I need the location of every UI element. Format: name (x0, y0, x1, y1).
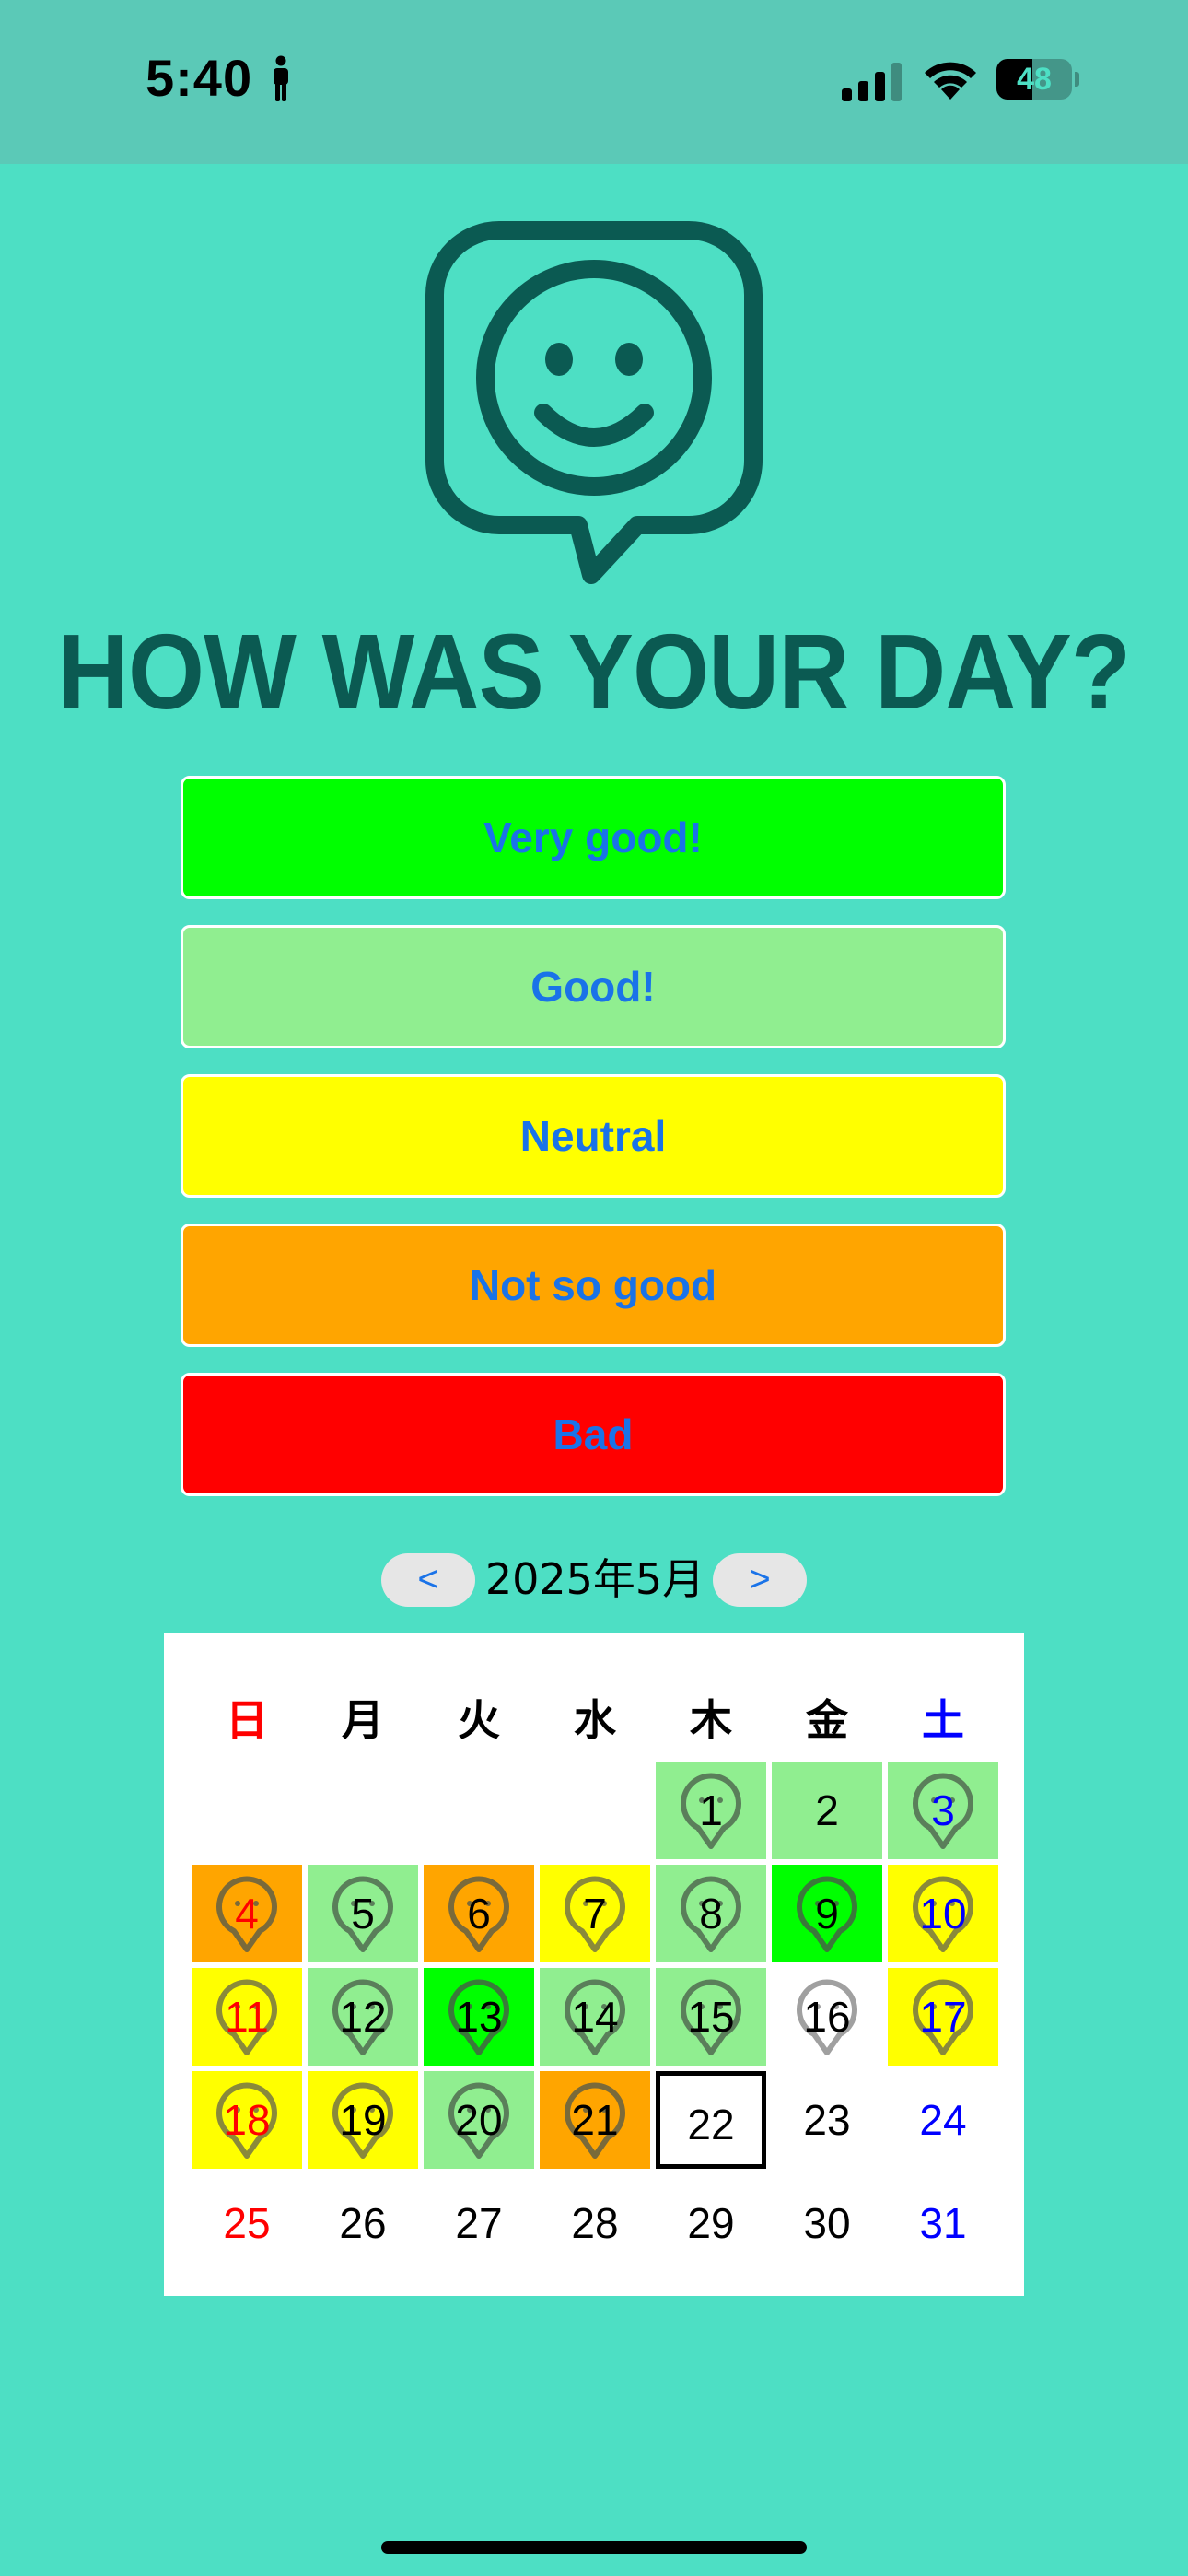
weekday-header: 木 (690, 1695, 732, 1745)
calendar-day-number: 7 (583, 1890, 607, 1938)
calendar-day-number: 30 (803, 2199, 851, 2247)
status-time: 5:40 (146, 49, 253, 107)
month-navigation: < 2025年5月 > (0, 1550, 1188, 1607)
calendar-day-10[interactable]: 10 (888, 1865, 998, 1962)
page-title: HOW WAS YOUR DAY? (57, 612, 1131, 732)
calendar-day-number: 14 (571, 1993, 619, 2041)
cellular-signal-icon (842, 63, 902, 101)
calendar-day-13[interactable]: 13 (424, 1968, 534, 2066)
calendar-day-11[interactable]: 11 (192, 1968, 302, 2066)
mood-button-label: Very good! (483, 814, 703, 861)
calendar-day-number: 4 (235, 1890, 259, 1938)
previous-month-button[interactable]: < (381, 1553, 475, 1607)
calendar-day-12[interactable]: 12 (308, 1968, 418, 2066)
month-label: 2025年5月 (484, 1554, 705, 1604)
calendar-day-number: 1 (699, 1786, 723, 1834)
calendar-day-27[interactable]: 27 (424, 2174, 534, 2272)
weekday-header: 月 (342, 1695, 384, 1745)
calendar-day-8[interactable]: 8 (656, 1865, 766, 1962)
calendar-day-24[interactable]: 24 (888, 2071, 998, 2169)
calendar-day-number: 24 (919, 2096, 967, 2144)
mood-button-label: Bad (553, 1411, 634, 1458)
calendar-day-26[interactable]: 26 (308, 2174, 418, 2272)
smiley-speech-bubble-icon (425, 221, 763, 584)
calendar-day-number: 12 (339, 1993, 387, 2041)
calendar-day-3[interactable]: 3 (888, 1762, 998, 1859)
battery-icon: 48 (996, 59, 1079, 100)
home-indicator (381, 2541, 807, 2554)
calendar-day-number: 16 (803, 1993, 851, 2041)
person-icon (274, 55, 288, 101)
mood-very-good-button[interactable]: Very good! (181, 776, 1006, 899)
calendar-day-number: 27 (455, 2199, 503, 2247)
calendar-day-18[interactable]: 18 (192, 2071, 302, 2169)
calendar-day-number: 28 (571, 2199, 619, 2247)
calendar-day-14[interactable]: 14 (540, 1968, 650, 2066)
mood-button-label: Not so good (469, 1261, 717, 1309)
mood-bad-button[interactable]: Bad (181, 1373, 1006, 1496)
calendar-day-20[interactable]: 20 (424, 2071, 534, 2169)
calendar-day-23[interactable]: 23 (772, 2071, 882, 2169)
calendar-day-29[interactable]: 29 (656, 2174, 766, 2272)
mood-not-so-good-button[interactable]: Not so good (181, 1224, 1006, 1347)
weekday-header: 水 (574, 1695, 616, 1745)
calendar-day-number: 25 (223, 2199, 271, 2247)
calendar-day-31[interactable]: 31 (888, 2174, 998, 2272)
calendar-day-number: 21 (571, 2096, 619, 2144)
calendar-day-5[interactable]: 5 (308, 1865, 418, 1962)
calendar-day-number: 13 (455, 1993, 503, 2041)
calendar-day-number: 8 (699, 1890, 723, 1938)
calendar-day-16[interactable]: 16 (772, 1968, 882, 2066)
calendar-day-number: 3 (931, 1786, 955, 1834)
calendar-day-2[interactable]: 2 (772, 1762, 882, 1859)
mood-button-label: Good! (530, 963, 656, 1011)
calendar-day-number: 15 (687, 1993, 735, 2041)
calendar-day-number: 29 (687, 2199, 735, 2247)
calendar-day-1[interactable]: 1 (656, 1762, 766, 1859)
calendar-day-number: 22 (687, 2101, 735, 2149)
weekday-header: 火 (458, 1695, 500, 1745)
calendar-day-number: 19 (339, 2096, 387, 2144)
weekday-header: 日 (226, 1695, 268, 1745)
calendar-day-number: 23 (803, 2096, 851, 2144)
calendar-day-17[interactable]: 17 (888, 1968, 998, 2066)
calendar-day-30[interactable]: 30 (772, 2174, 882, 2272)
weekday-header: 土 (922, 1695, 964, 1745)
weekday-header: 金 (806, 1695, 848, 1745)
mood-good-button[interactable]: Good! (181, 925, 1006, 1048)
mood-neutral-button[interactable]: Neutral (181, 1074, 1006, 1198)
calendar-day-number: 10 (919, 1890, 967, 1938)
calendar-day-number: 5 (351, 1890, 375, 1938)
battery-level: 48 (1017, 62, 1052, 97)
calendar-day-number: 2 (815, 1786, 839, 1834)
calendar-grid: 日 月 火 水 木 金 土 1 2 3 4 5 6 7 8 9 10 11 12 13 14 15 16 17 1… (164, 1633, 1024, 2296)
calendar-day-number: 31 (919, 2199, 967, 2247)
calendar-day-21[interactable]: 21 (540, 2071, 650, 2169)
calendar-day-19[interactable]: 19 (308, 2071, 418, 2169)
calendar-day-4[interactable]: 4 (192, 1865, 302, 1962)
calendar-day-number: 9 (815, 1890, 839, 1938)
calendar-day-number: 11 (225, 1993, 269, 2041)
calendar-day-7[interactable]: 7 (540, 1865, 650, 1962)
calendar-day-28[interactable]: 28 (540, 2174, 650, 2272)
calendar-day-number: 26 (339, 2199, 387, 2247)
calendar-day-number: 17 (919, 1993, 967, 2041)
calendar-day-9[interactable]: 9 (772, 1865, 882, 1962)
calendar-day-25[interactable]: 25 (192, 2174, 302, 2272)
calendar-day-15[interactable]: 15 (656, 1968, 766, 2066)
calendar-day-number: 6 (467, 1890, 491, 1938)
wifi-icon (925, 62, 976, 100)
calendar-day-6[interactable]: 6 (424, 1865, 534, 1962)
next-month-button[interactable]: > (713, 1553, 807, 1607)
calendar-day-22[interactable]: 22 (656, 2071, 766, 2169)
mood-button-label: Neutral (519, 1112, 667, 1160)
calendar-day-number: 18 (223, 2096, 271, 2144)
calendar-day-number: 20 (455, 2096, 503, 2144)
status-bar: 5:40 48 (0, 0, 1188, 164)
